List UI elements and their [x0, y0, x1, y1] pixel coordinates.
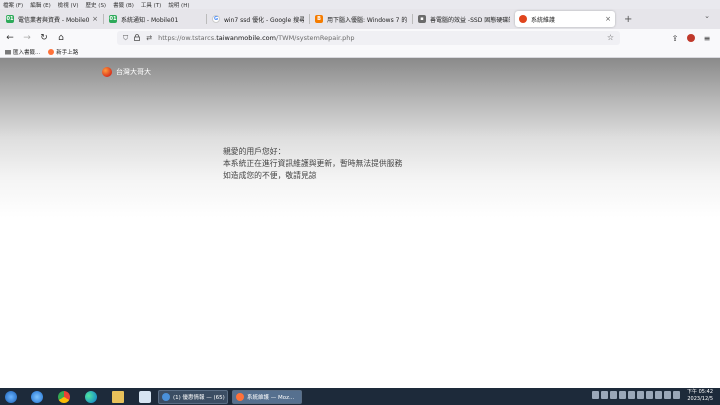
- menu-help[interactable]: 說明 (H): [168, 1, 189, 9]
- windows-orb-icon: [5, 390, 17, 403]
- tray-icon[interactable]: [628, 391, 635, 399]
- permissions-icon[interactable]: ⇄: [146, 34, 152, 42]
- bookmark-getting-started[interactable]: 新手上路: [48, 48, 78, 56]
- shield-icon[interactable]: ⛉: [123, 34, 128, 43]
- taskbar-window-label: (1) 優惠情報 — (65): [173, 394, 225, 401]
- tray-icon[interactable]: [664, 391, 671, 399]
- maintenance-message: 親愛的用戶您好： 本系統正在進行資訊維護與更新，暫時無法提供服務 如造成您的不便…: [223, 146, 402, 182]
- reload-button[interactable]: ↻: [37, 31, 51, 45]
- taskbar-ie[interactable]: [28, 390, 46, 404]
- tab-blogger[interactable]: B 用下腦入優腦: Windows 7 的 S: [311, 11, 411, 27]
- tray-icon[interactable]: [673, 391, 680, 399]
- tray-icon[interactable]: [619, 391, 626, 399]
- taskbar-window-firefox[interactable]: 系統維護 — Moz...: [232, 389, 302, 404]
- menu-icon[interactable]: ≡: [700, 31, 714, 45]
- tray-icon[interactable]: [637, 391, 644, 399]
- menu-file[interactable]: 檔案 (F): [3, 1, 23, 9]
- taskbar-edge[interactable]: [82, 390, 100, 404]
- clock-time: 下午 05:42: [687, 389, 713, 395]
- app-icon: [139, 390, 151, 403]
- taskbar: (1) 優惠情報 — (65) 系統維護 — Moz... 下午 05:42 2…: [0, 388, 720, 405]
- tab-divider: [103, 14, 104, 24]
- navigation-bar: ← → ↻ ⌂ ⛉ ⇄ https://ow.tstarcs.taiwanmob…: [0, 29, 720, 47]
- new-tab-button[interactable]: +: [624, 14, 632, 25]
- bookmark-label: 匯入書籤...: [13, 50, 41, 56]
- taiwanmobile-logo[interactable]: 台灣大哥大: [102, 67, 151, 77]
- mobile01-icon: 01: [109, 15, 117, 23]
- clock-date: 2023/12/5: [687, 396, 713, 402]
- url-text[interactable]: https://ow.tstarcs.taiwanmobile.com/TWM/…: [158, 34, 354, 42]
- page-icon: ▪: [418, 15, 426, 23]
- folder-icon: [112, 390, 124, 403]
- tab-mobile01-notice[interactable]: 01 系統通知 - Mobile01: [105, 11, 205, 27]
- blogger-icon: B: [315, 15, 323, 23]
- tab-divider: [412, 14, 413, 24]
- tab-label: 系統維護: [531, 16, 556, 24]
- clock[interactable]: 下午 05:42 2023/12/5: [687, 389, 713, 403]
- tab-mobile01-telecom[interactable]: 01 電信業者與資費 - Mobile01 ×: [2, 11, 102, 27]
- mobile01-icon: 01: [6, 15, 14, 23]
- logo-mark-icon: [102, 67, 112, 77]
- tray-icon[interactable]: [610, 391, 617, 399]
- lock-icon[interactable]: [134, 33, 141, 43]
- message-line-greeting: 親愛的用戶您好：: [223, 147, 286, 156]
- tab-divider: [206, 14, 207, 24]
- taskbar-app[interactable]: [136, 390, 154, 404]
- tab-label: 用下腦入優腦: Windows 7 的 S: [327, 16, 407, 24]
- list-tabs-icon[interactable]: ⌄: [704, 12, 710, 20]
- extensions-icon[interactable]: ⇪: [668, 31, 682, 45]
- tab-strip: 01 電信業者與資費 - Mobile01 × 01 系統通知 - Mobile…: [0, 9, 720, 29]
- forward-button[interactable]: →: [20, 31, 34, 45]
- tray-icon[interactable]: [646, 391, 653, 399]
- url-bar[interactable]: ⛉ ⇄ https://ow.tstarcs.taiwanmobile.com/…: [117, 31, 620, 45]
- logo-text: 台灣大哥大: [116, 68, 151, 76]
- toolbar-right: ⇪ ≡: [666, 31, 714, 45]
- taskbar-chrome[interactable]: [55, 390, 73, 404]
- menu-bookmarks[interactable]: 書籤 (B): [113, 1, 134, 9]
- firefox-icon: [48, 49, 55, 55]
- bookmark-import[interactable]: 匯入書籤...: [5, 48, 40, 56]
- page-content: 台灣大哥大 親愛的用戶您好： 本系統正在進行資訊維護與更新，暫時無法提供服務 如…: [0, 58, 720, 388]
- tab-ssd-article[interactable]: ▪ 善電腦的效益 -SSD 固態硬碟的: [414, 11, 514, 27]
- tab-google-search[interactable]: G win7 ssd 優化 - Google 搜尋: [208, 11, 308, 27]
- bookmark-label: 新手上路: [56, 50, 79, 56]
- system-tray: [590, 391, 680, 399]
- home-button[interactable]: ⌂: [54, 31, 68, 45]
- menu-edit[interactable]: 編輯 (E): [30, 1, 51, 9]
- tab-label: win7 ssd 優化 - Google 搜尋: [224, 16, 304, 24]
- message-line-status: 本系統正在進行資訊維護與更新，暫時無法提供服務: [223, 159, 403, 168]
- taskbar-window-label: 系統維護 — Moz...: [247, 394, 295, 401]
- folder-icon: [5, 50, 11, 55]
- message-line-apology: 如造成您的不便，敬請見諒: [223, 171, 317, 180]
- menu-view[interactable]: 檢視 (V): [58, 1, 79, 9]
- tab-label: 善電腦的效益 -SSD 固態硬碟的: [430, 16, 510, 24]
- taskbar-window-telegram[interactable]: (1) 優惠情報 — (65): [158, 389, 228, 404]
- bookmarks-toolbar: 匯入書籤... 新手上路: [0, 47, 720, 58]
- bookmark-star-icon[interactable]: ☆: [607, 33, 614, 42]
- tray-icon[interactable]: [592, 391, 599, 399]
- menu-tools[interactable]: 工具 (T): [141, 1, 161, 9]
- extension-red-icon[interactable]: [684, 31, 698, 45]
- tab-label: 系統通知 - Mobile01: [121, 16, 179, 24]
- chrome-icon: [58, 390, 70, 403]
- menu-history[interactable]: 歷史 (S): [86, 1, 107, 9]
- telegram-icon: [162, 392, 170, 401]
- start-button[interactable]: [3, 390, 19, 404]
- tab-label: 電信業者與資費 - Mobile01: [18, 16, 91, 24]
- google-icon: G: [212, 15, 220, 23]
- close-icon[interactable]: ×: [92, 15, 98, 23]
- close-icon[interactable]: ×: [605, 15, 611, 23]
- tab-divider: [309, 14, 310, 24]
- taiwanmobile-icon: [519, 15, 527, 23]
- edge-icon: [85, 390, 97, 403]
- ie-icon: [31, 390, 43, 403]
- firefox-icon: [236, 392, 244, 401]
- menu-bar: 檔案 (F) 編輯 (E) 檢視 (V) 歷史 (S) 書籤 (B) 工具 (T…: [0, 0, 720, 9]
- tab-system-maintenance[interactable]: 系統維護 ×: [515, 11, 615, 27]
- back-button[interactable]: ←: [3, 31, 17, 45]
- taskbar-explorer[interactable]: [109, 390, 127, 404]
- tray-icon[interactable]: [655, 391, 662, 399]
- tray-icon[interactable]: [601, 391, 608, 399]
